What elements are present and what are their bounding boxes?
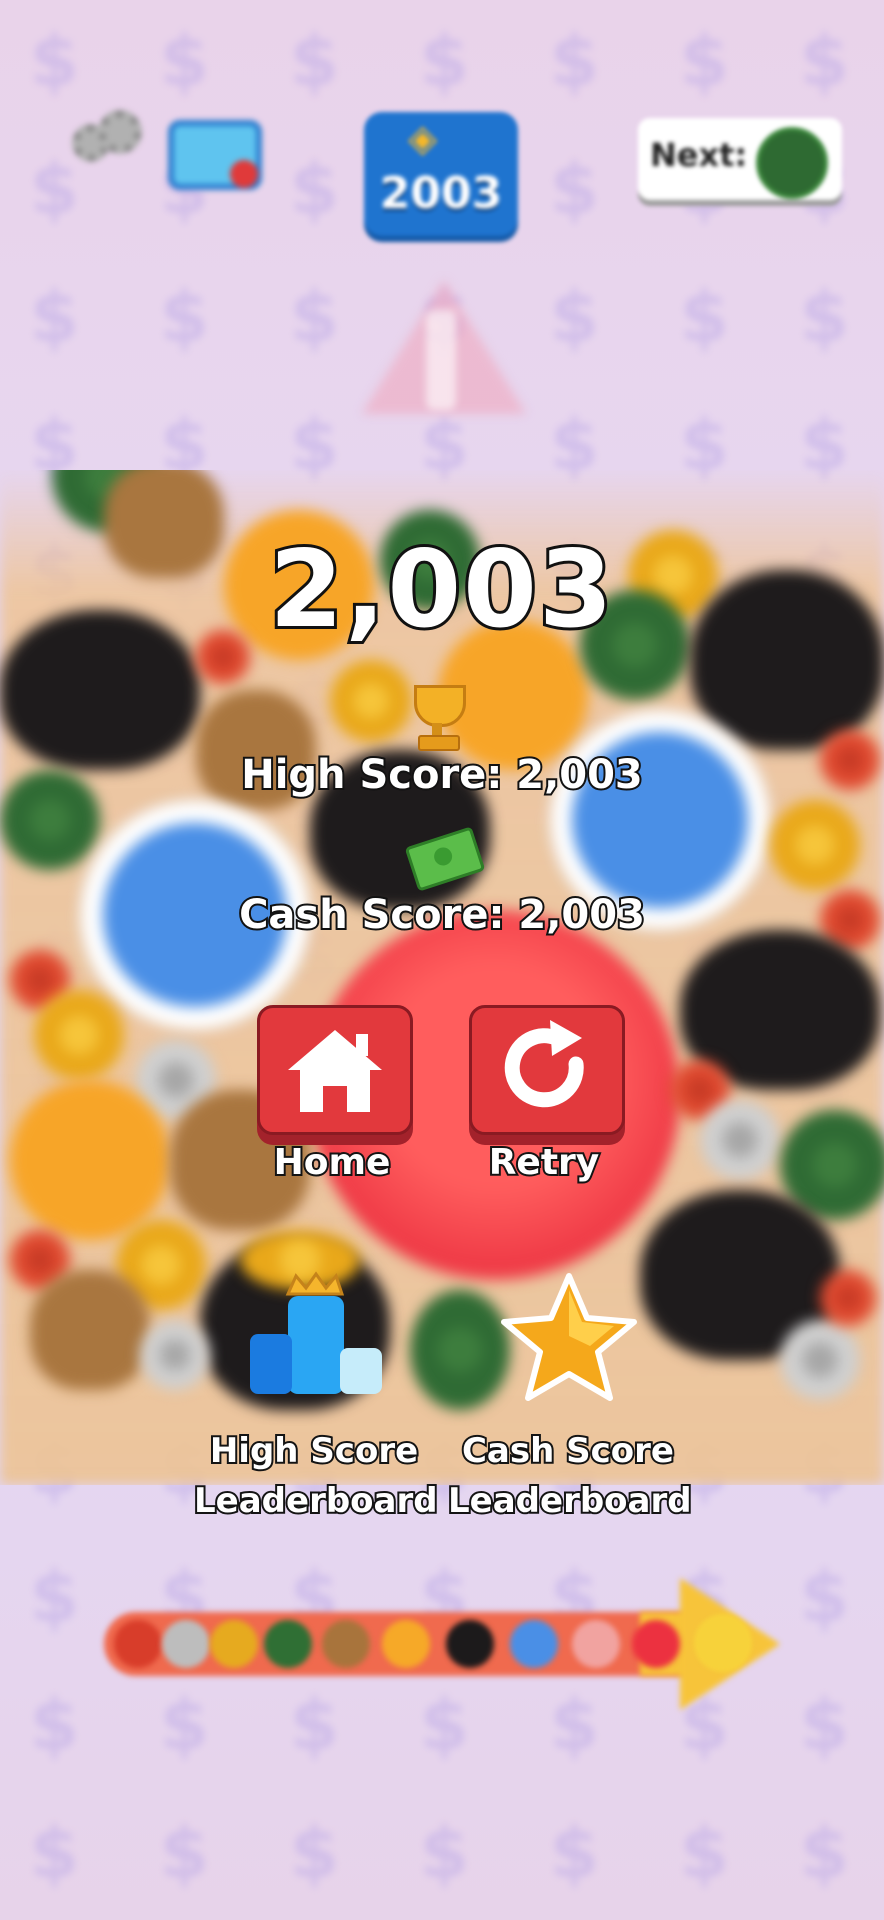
trophy-icon	[404, 685, 470, 751]
dollar-sign-decor: $	[290, 276, 339, 358]
dollar-sign-decor: $	[290, 148, 339, 230]
cash-score-leaderboard-button[interactable]	[494, 1270, 644, 1410]
evo-money-bag	[322, 1620, 370, 1668]
dollar-sign-decor: $	[550, 20, 599, 102]
dollar-sign-decor: $	[30, 20, 79, 102]
high-score-leaderboard-button[interactable]	[240, 1270, 390, 1410]
dollar-sign-decor: $	[800, 1684, 849, 1766]
trophy-icon: ◈	[408, 116, 438, 160]
dollar-sign-decor: $	[290, 1812, 339, 1894]
retry-label[interactable]: Retry	[434, 1140, 654, 1185]
next-coin-icon	[756, 127, 828, 199]
dollar-sign-decor: $	[30, 1556, 79, 1638]
dollar-sign-decor: $	[800, 1812, 849, 1894]
dollar-sign-decor: $	[290, 1684, 339, 1766]
dollar-sign-decor: $	[550, 148, 599, 230]
coin-gold	[770, 800, 860, 890]
next-item-preview: Next:	[638, 118, 842, 200]
dollar-sign-decor: $	[680, 20, 729, 102]
dollar-sign-decor: $	[30, 276, 79, 358]
coin-gold	[330, 660, 412, 742]
evo-coin-red	[114, 1620, 162, 1668]
dollar-sign-decor: $	[160, 276, 209, 358]
final-score: 2,003	[266, 525, 615, 654]
retry-icon	[504, 1020, 584, 1108]
cash-score-line2: Leaderboard	[446, 1479, 694, 1523]
coin-gold	[34, 990, 124, 1080]
cash-score-line1: Cash Score	[460, 1429, 676, 1473]
retry-button[interactable]	[469, 1005, 625, 1135]
podium-crown-icon	[250, 1271, 382, 1394]
coin-silver	[700, 1100, 780, 1180]
dollar-sign-decor: $	[420, 1684, 469, 1766]
dollar-sign-decor: $	[160, 1812, 209, 1894]
evo-chip	[510, 1620, 558, 1668]
dollar-sign-decor: $	[420, 1812, 469, 1894]
evo-bitcoin	[382, 1620, 430, 1668]
best-score-value: 2003	[379, 168, 503, 219]
warning-exclamation	[426, 310, 456, 410]
home-icon	[288, 1030, 382, 1112]
tv-icon[interactable]	[166, 110, 262, 190]
evo-coin-green	[264, 1620, 312, 1668]
next-label: Next:	[650, 136, 748, 174]
dollar-sign-decor: $	[30, 1684, 79, 1766]
home-label[interactable]: Home	[222, 1140, 442, 1185]
evo-coin-silver	[162, 1620, 210, 1668]
evo-money-face-icon	[694, 1614, 752, 1672]
dollar-sign-decor: $	[30, 1812, 79, 1894]
gear-icon[interactable]	[62, 110, 142, 166]
best-score-badge: ◈ 2003	[364, 112, 518, 236]
home-button[interactable]	[257, 1005, 413, 1135]
money-bag	[30, 1270, 150, 1390]
dollar-sign-decor: $	[160, 1684, 209, 1766]
dollar-sign-decor: $	[800, 1556, 849, 1638]
dollar-sign-decor: $	[420, 20, 469, 102]
high-score-leaderboard-label[interactable]: High Score Leaderboard	[192, 1426, 440, 1526]
dollar-sign-decor: $	[550, 1812, 599, 1894]
dollar-sign-decor: $	[680, 276, 729, 358]
coin-red	[820, 1270, 876, 1326]
evo-piggy	[572, 1620, 620, 1668]
coin-silver	[780, 1320, 860, 1400]
cash-score-text: Cash Score: 2,003	[237, 890, 647, 940]
star-icon	[501, 1273, 637, 1401]
evo-red-ball	[632, 1620, 680, 1668]
cash-score-leaderboard-label[interactable]: Cash Score Leaderboard	[446, 1426, 694, 1526]
dollar-sign-decor: $	[800, 20, 849, 102]
coin-silver	[140, 1320, 210, 1390]
dollar-sign-decor: $	[290, 20, 339, 102]
bitcoin-coin	[10, 1080, 170, 1240]
dollar-sign-decor: $	[160, 20, 209, 102]
dollar-sign-decor: $	[800, 276, 849, 358]
dollar-sign-decor: $	[550, 1684, 599, 1766]
dollar-sign-decor: $	[550, 276, 599, 358]
evo-coin-gold	[210, 1620, 258, 1668]
high-score-line1: High Score	[208, 1429, 420, 1473]
high-score-text: High Score: 2,003	[239, 750, 645, 800]
evo-pot	[446, 1620, 494, 1668]
high-score-line2: Leaderboard	[192, 1479, 440, 1523]
dollar-sign-decor: $	[680, 1812, 729, 1894]
